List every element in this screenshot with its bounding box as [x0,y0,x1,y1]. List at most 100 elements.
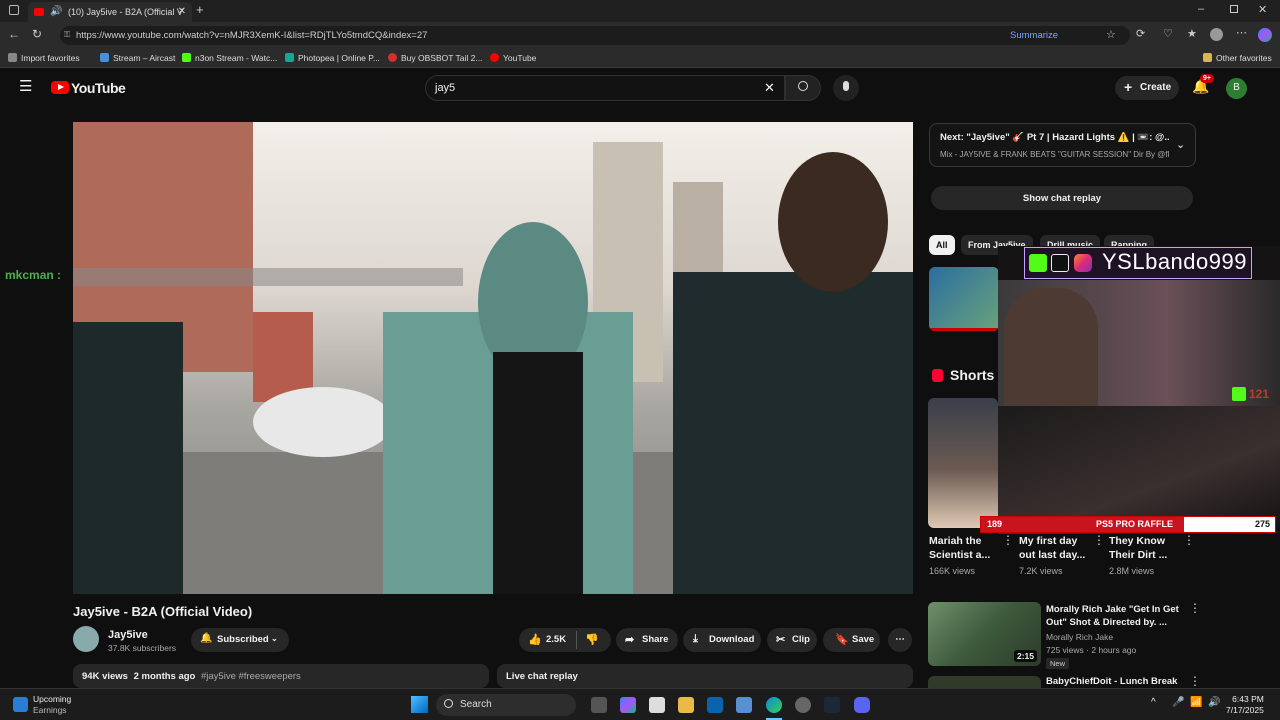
browser-essentials-icon[interactable]: ♡ [1163,27,1173,40]
up-next-card[interactable]: Next: "Jay5ive" 🎸 Pt 7 | Hazard Lights ⚠… [929,123,1196,167]
bookmark-aircast[interactable]: Stream – Aircast [100,53,175,63]
rec2-menu-icon[interactable]: ⋮ [1189,675,1201,687]
bookmark-n3on[interactable]: n3on Stream - Watc... [182,53,277,63]
site-info-icon[interactable]: ⚿ [64,30,70,40]
volume-icon[interactable]: 🔊 [1208,697,1220,708]
url-field[interactable]: ⚿ https://www.youtube.com/watch?v=nMJR3X… [60,26,1130,45]
favorites-icon[interactable]: ★ [1187,27,1197,40]
dislike-icon[interactable]: 👎 [585,633,599,646]
bookmarks-bar: Import favorites Stream – Aircast n3on S… [0,49,1280,68]
channel-name[interactable]: Jay5ive [108,629,148,641]
edge-icon[interactable] [766,697,782,713]
new-badge: New [1046,658,1070,669]
video-frame [73,122,913,594]
channel-avatar[interactable] [73,626,99,652]
more-icon[interactable]: ⋯ [1236,26,1247,39]
discord-icon[interactable] [854,697,870,713]
save-button[interactable]: 🔖 Save [823,628,880,652]
speaker-icon[interactable]: 🔊 [50,6,62,17]
related-thumbnail[interactable] [929,267,999,331]
steam-icon[interactable] [824,697,840,713]
rec-video-thumbnail[interactable]: 2:15 [928,602,1041,666]
summarize-button[interactable]: Summarize [1010,30,1058,41]
voice-search-button[interactable] [833,75,859,101]
hashtags[interactable]: #jay5ive #freesweepers [201,671,301,682]
person-right [673,272,913,594]
mic-tray-icon[interactable]: 🎤 [1172,697,1184,708]
photos-icon[interactable] [736,697,752,713]
create-button[interactable]: + Create [1115,76,1179,100]
tray-overflow-icon[interactable]: ^ [1151,697,1156,708]
description-box[interactable]: 94K views 2 months ago #jay5ive #freeswe… [73,664,489,688]
youtube-logo-icon[interactable] [51,81,69,94]
short-title-3[interactable]: They Know Their Dirt ... [1109,534,1184,562]
short-menu-icon-3[interactable]: ⋮ [1183,534,1195,546]
search-query: jay5 [435,82,456,94]
task-view-icon[interactable] [591,697,607,713]
browser-tab[interactable]: 🔊 (10) Jay5ive - B2A (Official V ✕ [28,2,192,22]
aircast-icon [100,53,109,62]
rec-channel-name[interactable]: Morally Rich Jake [1046,632,1113,642]
video-player[interactable] [73,122,913,594]
store-icon[interactable] [649,697,665,713]
profile-icon[interactable] [1210,28,1223,41]
stocks-widget-icon[interactable] [13,697,28,712]
kick-counter: 121 [1249,387,1270,401]
account-avatar[interactable]: B [1226,78,1247,99]
bookmark-photopea[interactable]: Photopea | Online P... [285,53,380,63]
short-thumbnail-1[interactable] [928,398,998,528]
share-button[interactable]: ➦ Share [616,628,678,652]
social-handle-banner: YSLbando999 [1024,247,1252,279]
clip-button[interactable]: ✂ Clip [767,628,817,652]
like-count[interactable]: 2.5K [546,634,566,645]
window-menu-icon[interactable] [9,5,19,15]
taskbar-search[interactable]: Search [436,694,576,716]
search-button[interactable] [785,75,821,101]
subscribed-button[interactable]: 🔔 Subscribed ⌄ [191,628,289,652]
more-actions-button[interactable]: ⋯ [888,628,912,652]
close-tab-icon[interactable]: ✕ [178,6,186,17]
save-label: Save [852,634,875,645]
clear-search-icon[interactable]: ✕ [764,80,775,96]
refresh-icon[interactable]: ↻ [32,27,42,41]
bookmark-obsbot[interactable]: Buy OBSBOT Tail 2... [388,53,482,63]
live-chat-replay-header[interactable]: Live chat replay [497,664,913,688]
chip-all[interactable]: All [929,235,955,255]
new-tab-icon[interactable]: + [196,2,204,17]
expand-chevron-icon[interactable]: ⌄ [1176,138,1185,151]
download-button[interactable]: ⤓ Download [683,628,761,652]
windows-taskbar: Upcoming Earnings Search ^ 🎤 📶 🔊 6:43 PM… [0,688,1280,720]
raffle-progress-bar: 189 PS5 PRO RAFFLE 275 [980,516,1276,533]
copilot-taskbar-icon[interactable] [620,697,636,713]
network-icon[interactable]: 📶 [1190,697,1202,708]
close-window-icon[interactable]: ✕ [1258,3,1267,16]
windows-start-icon[interactable] [411,696,428,713]
rec-menu-icon[interactable]: ⋮ [1189,602,1201,614]
bookmark-youtube[interactable]: YouTube [490,53,536,63]
search-input[interactable]: jay5 ✕ [425,75,785,101]
copilot-icon[interactable] [1258,28,1272,42]
obs-icon[interactable] [795,697,811,713]
other-favorites[interactable]: Other favorites [1203,53,1272,63]
back-icon[interactable]: ← [8,27,20,41]
youtube-logo-text[interactable]: YouTube [71,80,126,96]
rec-video-title[interactable]: Morally Rich Jake "Get In Get Out" Shot … [1046,603,1186,629]
restore-icon[interactable] [1230,5,1238,13]
hamburger-menu-icon[interactable]: ☰ [19,79,32,94]
minimize-icon[interactable]: – [1198,3,1204,15]
short-menu-icon-1[interactable]: ⋮ [1002,534,1014,546]
short-title-2[interactable]: My first day out last day... [1019,534,1094,562]
system-clock[interactable]: 6:43 PM 7/17/2025 [1226,694,1264,716]
rec2-thumbnail[interactable] [928,676,1041,688]
file-explorer-icon[interactable] [678,697,694,713]
widget-news[interactable]: Upcoming Earnings [33,694,71,716]
show-chat-replay-button[interactable]: Show chat replay [931,186,1193,210]
extensions-icon[interactable]: ⟳ [1136,27,1145,40]
like-icon[interactable]: 👍 [528,633,542,646]
short-menu-icon-2[interactable]: ⋮ [1093,534,1105,546]
bookmark-import-favorites[interactable]: Import favorites [8,53,80,63]
rec2-video-title[interactable]: BabyChiefDoit - Lunch Break [1046,676,1177,687]
favorite-star-icon[interactable]: ☆ [1106,28,1116,41]
outlook-icon[interactable] [707,697,723,713]
short-title-1[interactable]: Mariah the Scientist a... [929,534,1004,562]
